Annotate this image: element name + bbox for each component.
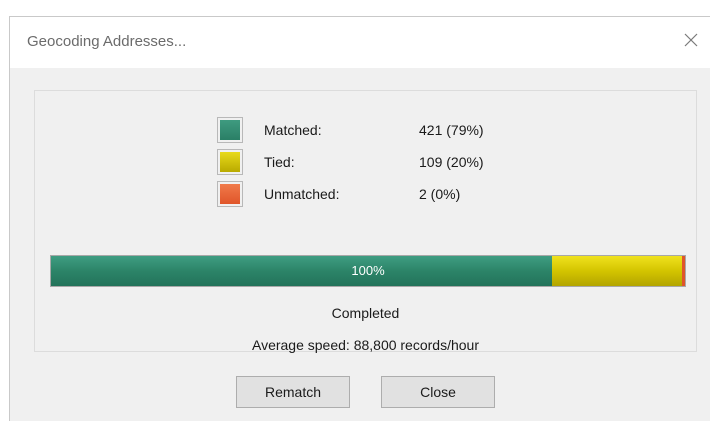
geocoding-dialog: Geocoding Addresses... Matched: 421 (79%…	[9, 16, 710, 421]
close-button[interactable]: Close	[381, 376, 495, 408]
legend-label-unmatched: Unmatched:	[264, 186, 340, 202]
legend-row-unmatched: Unmatched: 2 (0%)	[35, 181, 696, 209]
unmatched-swatch	[217, 181, 243, 207]
status-text: Completed	[331, 305, 400, 321]
legend-value-matched: 421 (79%)	[419, 122, 484, 138]
progress-bar: 100%	[50, 255, 686, 287]
speed-text: Average speed: 88,800 records/hour	[251, 337, 479, 353]
legend-row-tied: Tied: 109 (20%)	[35, 149, 696, 177]
legend-label-tied: Tied:	[264, 154, 295, 170]
legend-value-unmatched: 2 (0%)	[419, 186, 461, 202]
rematch-button[interactable]: Rematch	[236, 376, 350, 408]
legend-value-tied: 109 (20%)	[419, 154, 484, 170]
matched-swatch	[217, 117, 243, 143]
title-bar: Geocoding Addresses...	[10, 17, 710, 68]
tied-swatch	[217, 149, 243, 175]
progress-percent-label: 100%	[351, 263, 385, 278]
legend-label-matched: Matched:	[264, 122, 322, 138]
window-title: Geocoding Addresses...	[27, 33, 187, 50]
close-icon[interactable]	[682, 31, 700, 49]
legend-row-matched: Matched: 421 (79%)	[35, 117, 696, 145]
results-panel: Matched: 421 (79%) Tied: 109 (20%) Unmat…	[34, 90, 697, 353]
